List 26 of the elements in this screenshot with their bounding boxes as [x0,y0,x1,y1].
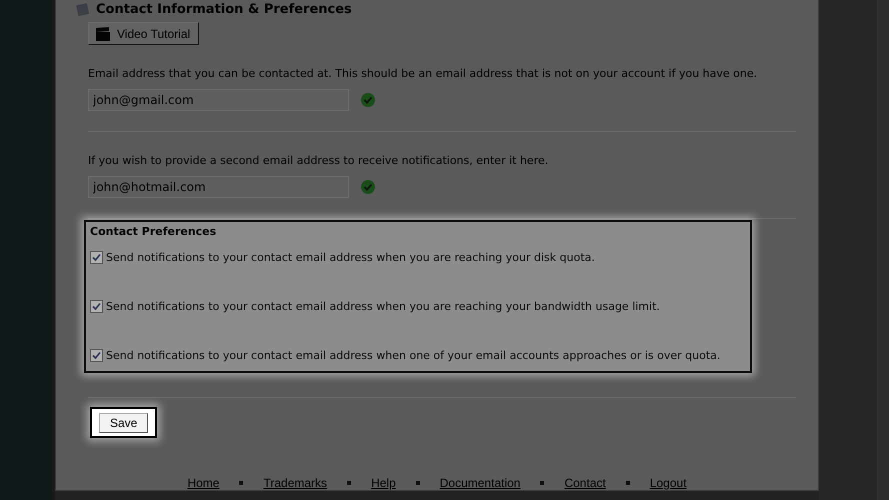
checkbox-label: Send notifications to your contact email address when you are reaching your disk quota. [106,250,595,264]
panel-title: Contact Preferences [90,225,218,238]
save-button[interactable]: Save [99,413,148,433]
bullet-icon [347,481,352,485]
footer-link[interactable]: Help [371,476,396,490]
footer-link[interactable]: Home [187,476,220,490]
clapperboard-icon [95,26,111,40]
email-field[interactable]: john@gmail.com [88,89,349,111]
checkbox[interactable] [90,300,103,312]
bullet-icon [540,481,544,485]
email-field[interactable]: john@hotmail.com [88,176,349,198]
bullet-icon [239,481,244,485]
checkbox[interactable] [90,348,103,362]
bullet-icon [416,481,420,485]
checkbox[interactable] [90,250,103,264]
field-description: Email address that you can be contacted at. This should be an email address that is not on your account if you have one. [88,67,758,80]
checkbox-label: Send notifications to your contact email address when you are reaching your bandwidth usage limit. [106,300,660,312]
video-tutorial-button[interactable]: Video Tutorial [88,22,200,45]
footer-link[interactable]: Documentation [440,476,520,490]
bullet-icon [626,481,630,485]
footer-link[interactable]: Trademarks [263,476,328,490]
checkbox-label: Send notifications to your contact email address when one of your email accounts approaches or is over quota. [106,348,720,362]
footer-link[interactable]: Contact [564,476,606,490]
section-title: Contact Information & Preferences [96,2,352,16]
field-description: If you wish to provide a second email address to receive notifications, enter it here. [88,154,550,167]
footer-link[interactable]: Logout [650,476,687,490]
